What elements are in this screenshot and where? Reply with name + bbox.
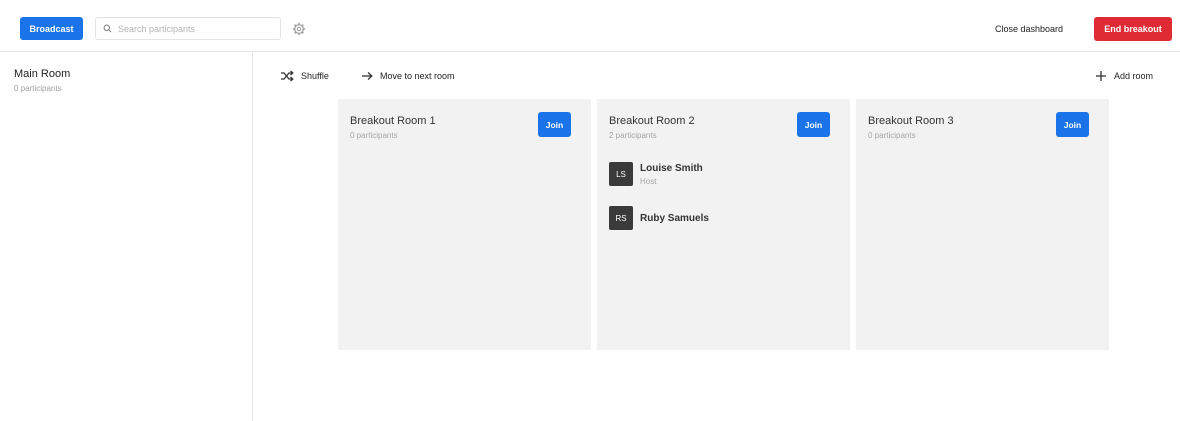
join-button[interactable]: Join	[538, 112, 571, 137]
participant-role: Host	[640, 176, 657, 186]
add-room-button[interactable]: Add room	[1095, 68, 1153, 84]
participant-name: Louise Smith	[640, 162, 703, 174]
move-to-next-room-button[interactable]: Move to next room	[361, 68, 455, 84]
plus-icon	[1096, 71, 1106, 81]
avatar: RS	[609, 206, 633, 230]
add-room-label: Add room	[1114, 71, 1154, 81]
room-title: Breakout Room 3	[868, 115, 954, 127]
join-button[interactable]: Join	[797, 112, 830, 137]
breakout-room-card[interactable]: Breakout Room 2 2 participants Join LS L…	[597, 99, 850, 350]
participant-item[interactable]: LS Louise Smith Host	[609, 162, 703, 186]
breakout-room-card[interactable]: Breakout Room 1 0 participants Join	[338, 99, 591, 350]
search-icon	[103, 24, 112, 33]
join-button[interactable]: Join	[1056, 112, 1089, 137]
avatar: LS	[609, 162, 633, 186]
room-title: Breakout Room 2	[609, 115, 695, 127]
move-label: Move to next room	[380, 71, 455, 81]
shuffle-icon	[281, 70, 294, 82]
sidebar: Main Room 0 participants	[0, 53, 253, 421]
gear-icon[interactable]	[292, 22, 306, 36]
top-bar: Broadcast Close dashboard End breakout	[0, 0, 1180, 52]
broadcast-button[interactable]: Broadcast	[20, 17, 83, 40]
search-input[interactable]	[118, 23, 278, 34]
room-participant-count: 0 participants	[868, 131, 916, 140]
shuffle-button[interactable]: Shuffle	[280, 68, 329, 84]
participant-item[interactable]: RS Ruby Samuels	[609, 206, 709, 230]
participant-name: Ruby Samuels	[640, 212, 709, 224]
room-title: Breakout Room 1	[350, 115, 436, 127]
close-dashboard-button[interactable]: Close dashboard	[995, 18, 1063, 40]
main-room-title[interactable]: Main Room	[14, 68, 70, 80]
room-participant-count: 2 participants	[609, 131, 657, 140]
main-room-participant-count: 0 participants	[14, 84, 62, 93]
breakout-room-card[interactable]: Breakout Room 3 0 participants Join	[856, 99, 1109, 350]
room-participant-count: 0 participants	[350, 131, 398, 140]
search-box[interactable]	[95, 17, 281, 40]
arrow-right-icon	[362, 72, 373, 80]
end-breakout-button[interactable]: End breakout	[1094, 17, 1172, 41]
shuffle-label: Shuffle	[301, 71, 329, 81]
